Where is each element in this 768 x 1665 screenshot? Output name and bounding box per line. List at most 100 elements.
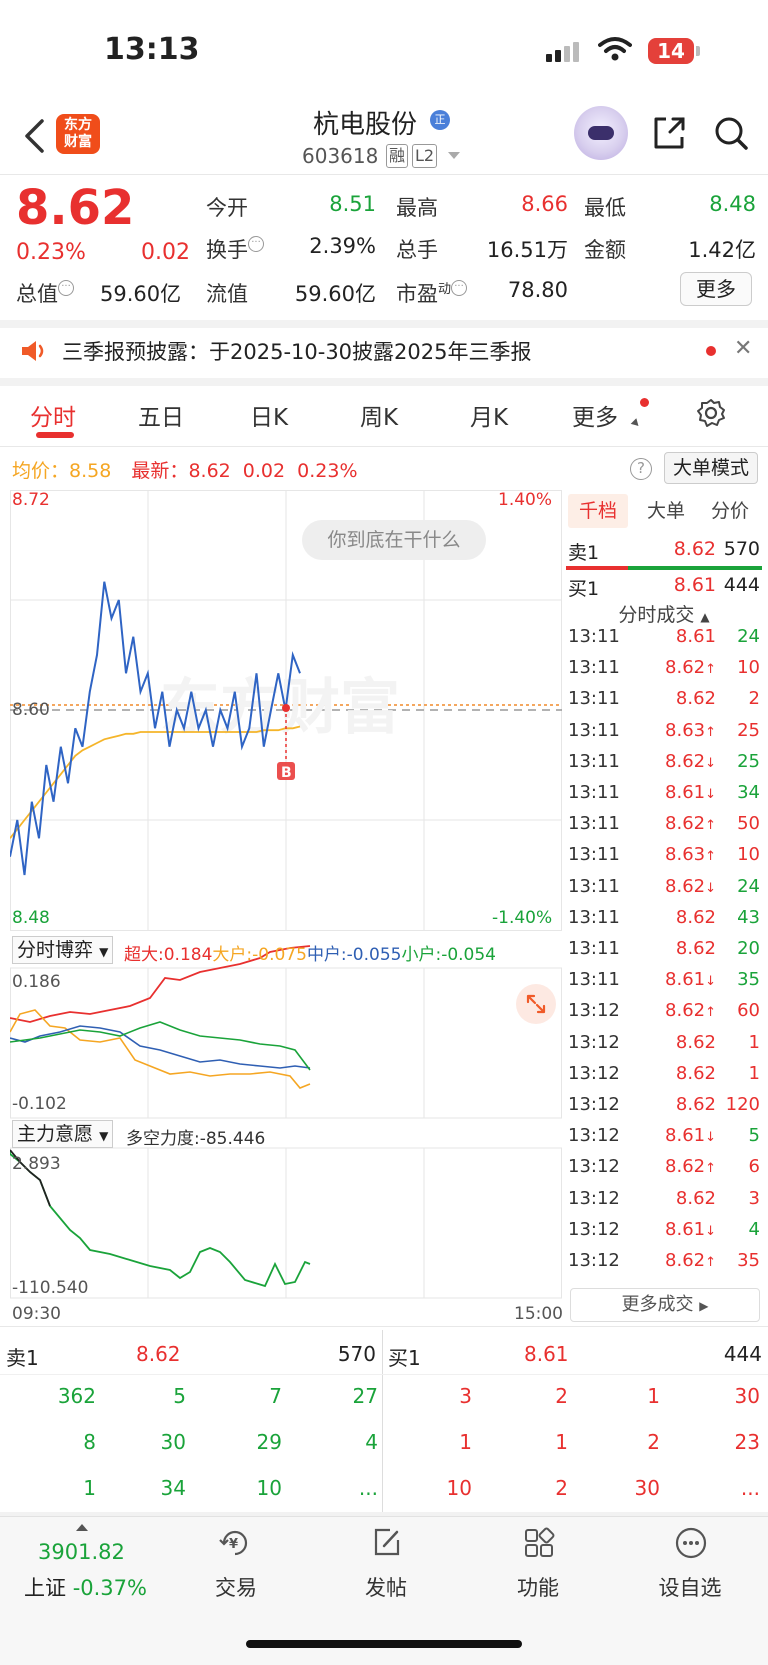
nav-trade[interactable]: 交易 <box>186 1572 286 1602</box>
tab-more[interactable]: 更多 <box>572 398 618 432</box>
sub1-select[interactable]: 分时博弈 ▼ <box>12 936 114 964</box>
total-mcap-label-text: 总值 <box>16 282 58 306</box>
expand-icon[interactable] <box>516 984 556 1024</box>
trade-price: 8.62 <box>646 1063 716 1084</box>
more-button[interactable]: 更多 <box>680 272 752 306</box>
caret-up-icon[interactable] <box>76 1524 88 1531</box>
trade-volume: 3 <box>748 1187 760 1209</box>
trade-time: 13:11 <box>568 906 620 928</box>
trade-direction-arrow: ↓ <box>705 1130 716 1146</box>
trade-volume: 10 <box>737 657 760 679</box>
trade-price-value: 8.62 <box>665 657 706 679</box>
info-icon[interactable]: ··· <box>451 280 468 296</box>
buy-queue-cell: 23 <box>734 1430 760 1454</box>
tab-fenshi[interactable]: 分时 <box>30 398 76 432</box>
chevron-down-icon[interactable] <box>448 152 460 159</box>
buy-queue-cell: 1 <box>555 1430 568 1454</box>
nav-functions[interactable]: 功能 <box>488 1572 588 1602</box>
ob-buy1-row: 买1 8.61 444 <box>566 572 762 600</box>
stock-name[interactable]: 杭电股份 <box>290 104 440 141</box>
trade-volume: 43 <box>737 906 760 928</box>
trade-price: 8.61 <box>646 626 716 647</box>
trade-price-value: 8.63 <box>665 719 706 741</box>
gear-icon[interactable] <box>696 398 726 428</box>
depth-sell-price: 8.62 <box>136 1342 181 1366</box>
level2-tag: L2 <box>412 144 438 168</box>
nav-post[interactable]: 发帖 <box>336 1572 436 1602</box>
trade-row: 13:11 8.62 20 <box>566 938 762 966</box>
info-icon[interactable]: ··· <box>248 236 264 252</box>
stock-code[interactable]: 603618 <box>302 144 378 168</box>
legend-xiaohu: 小户:-0.054 <box>401 945 496 965</box>
pe-label: 市盈动 ··· <box>396 278 468 308</box>
tab-dadan[interactable]: 大单 <box>636 494 696 528</box>
sub2-bottom-label: -110.540 <box>12 1278 89 1298</box>
trade-price: 8.61↓ <box>646 782 716 803</box>
trade-price: 8.62↑ <box>646 657 716 678</box>
info-icon[interactable]: ··· <box>58 280 74 296</box>
trade-row: 13:12 8.62 3 <box>566 1188 762 1216</box>
tab-fenjia[interactable]: 分价 <box>700 494 760 528</box>
avg-price-line <box>10 725 301 839</box>
trade-direction-arrow: ↓ <box>705 880 716 896</box>
tab-day-k[interactable]: 日K <box>250 398 288 432</box>
float-mcap-label: 流值 <box>206 282 248 306</box>
trade-price-value: 8.62 <box>665 1000 706 1022</box>
grid-apps-icon[interactable] <box>522 1526 556 1560</box>
post-icon[interactable] <box>370 1526 404 1560</box>
back-arrow-icon[interactable] <box>22 118 46 154</box>
index-change: -0.37% <box>72 1576 147 1600</box>
turnover-label: 换手 ··· <box>206 234 264 264</box>
trade-direction-arrow: ↑ <box>705 1255 716 1270</box>
tab-qiandang[interactable]: 千档 <box>568 494 628 528</box>
more-dots-icon[interactable] <box>674 1526 708 1560</box>
caret-up-icon: ▲ <box>700 610 710 624</box>
trade-time: 13:11 <box>568 782 620 803</box>
trade-volume: 6 <box>748 1156 760 1178</box>
y-top-label: 8.72 <box>12 490 50 510</box>
avg-label: 均价： <box>12 460 70 482</box>
trade-time: 13:11 <box>568 750 620 772</box>
low-value: 8.48 <box>709 192 756 216</box>
trade-volume: 1 <box>748 1062 760 1084</box>
open-label: 今开 <box>206 196 248 220</box>
nav-add-watchlist[interactable]: 设自选 <box>640 1572 740 1602</box>
index-label[interactable]: 上证 -0.37% <box>24 1572 147 1602</box>
share-icon[interactable] <box>650 114 688 152</box>
main-grid <box>10 490 562 1299</box>
sell-queue-cell: ... <box>358 1476 378 1500</box>
help-icon[interactable]: ? <box>630 458 652 480</box>
trade-icon[interactable]: ¥ <box>218 1526 252 1560</box>
tab-five-day[interactable]: 五日 <box>138 398 184 432</box>
sub2-select[interactable]: 主力意愿 ▼ <box>12 1120 114 1148</box>
trades-header[interactable]: 分时成交 ▲ <box>566 600 762 627</box>
sell-queue-cell: 8 <box>83 1430 96 1454</box>
change-percent: 0.23% <box>16 240 86 265</box>
trade-time: 13:11 <box>568 938 620 959</box>
trade-price: 8.62 <box>646 938 716 959</box>
trade-price: 8.62 <box>646 1094 716 1115</box>
big-order-mode-button[interactable]: 大单模式 <box>664 452 758 484</box>
ob-buy1-vol: 444 <box>723 574 760 596</box>
sell-queue-cell: 1 <box>83 1476 96 1500</box>
trade-price-value: 8.62 <box>665 875 706 897</box>
tab-month-k[interactable]: 月K <box>470 398 508 432</box>
trade-price: 8.61↓ <box>646 1125 716 1146</box>
trade-price-value: 8.62 <box>665 750 706 772</box>
tab-week-k[interactable]: 周K <box>360 398 398 432</box>
intraday-chart[interactable]: 东方财富 B <box>10 490 562 1320</box>
time-start-label: 09:30 <box>12 1304 61 1324</box>
buy-queue-cell: 1 <box>647 1384 660 1408</box>
latest-pct: 0.23% <box>297 460 358 482</box>
trade-row: 13:11 8.62 2 <box>566 688 762 716</box>
trade-price-value: 8.62 <box>665 1250 706 1271</box>
search-icon[interactable] <box>712 114 750 152</box>
index-value[interactable]: 3901.82 <box>38 1540 125 1564</box>
close-icon[interactable]: ✕ <box>734 336 752 361</box>
more-trades-button[interactable]: 更多成交 ▶ <box>570 1288 760 1322</box>
speech-bubble[interactable]: 你到底在干什么 <box>302 520 486 560</box>
sell-queue-cell: 4 <box>365 1430 378 1454</box>
ob-ratio-green <box>628 566 762 570</box>
brand-logo[interactable]: 东方 财富 <box>56 114 100 154</box>
notice-text[interactable]: 三季报预披露：于2025-10-30披露2025年三季报 <box>62 336 531 366</box>
